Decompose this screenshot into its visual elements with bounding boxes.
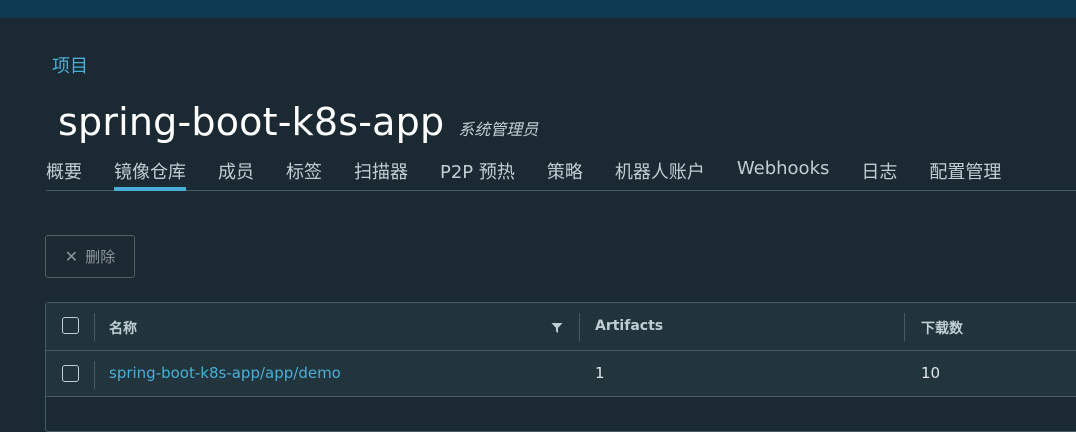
tab-webhooks[interactable]: Webhooks <box>737 150 829 190</box>
tab-p2p-preheat[interactable]: P2P 预热 <box>440 150 515 190</box>
top-header-bar <box>0 0 1076 18</box>
tab-labels[interactable]: 标签 <box>286 150 322 190</box>
tab-repositories[interactable]: 镜像仓库 <box>114 150 186 191</box>
pull-count: 10 <box>921 364 941 382</box>
table-header: 名称 Artifacts 下载数 <box>46 303 1076 351</box>
tab-members[interactable]: 成员 <box>218 150 254 190</box>
tab-logs[interactable]: 日志 <box>861 150 897 190</box>
project-tabs: 概要 镜像仓库 成员 标签 扫描器 P2P 预热 策略 机器人账户 Webhoo… <box>46 150 1076 191</box>
column-header-artifacts[interactable]: Artifacts <box>595 318 663 334</box>
repository-table: 名称 Artifacts 下载数 spring-boot-k8s-app/app… <box>45 302 1076 432</box>
select-all-checkbox[interactable] <box>62 317 79 334</box>
tab-robot-accounts[interactable]: 机器人账户 <box>615 150 705 190</box>
row-checkbox[interactable] <box>62 365 79 382</box>
filter-icon[interactable] <box>551 322 563 334</box>
column-divider[interactable] <box>904 313 905 341</box>
column-divider <box>94 361 95 389</box>
close-icon: ✕ <box>64 247 79 266</box>
tab-configuration[interactable]: 配置管理 <box>929 150 1001 190</box>
column-header-pulls[interactable]: 下载数 <box>921 318 963 338</box>
page-title: spring-boot-k8s-app <box>58 100 445 144</box>
breadcrumb-projects[interactable]: 项目 <box>52 52 88 78</box>
artifacts-count: 1 <box>595 364 605 382</box>
column-divider <box>94 313 95 341</box>
delete-button[interactable]: ✕ 删除 <box>45 235 135 278</box>
column-header-name[interactable]: 名称 <box>109 318 137 338</box>
tab-policy[interactable]: 策略 <box>547 150 583 190</box>
tab-scanner[interactable]: 扫描器 <box>354 150 408 190</box>
tab-summary[interactable]: 概要 <box>46 150 82 190</box>
column-divider[interactable] <box>579 313 580 341</box>
title-row: spring-boot-k8s-app 系统管理员 <box>58 100 538 144</box>
table-row: spring-boot-k8s-app/app/demo 1 10 <box>46 351 1076 397</box>
role-label: 系统管理员 <box>458 120 539 139</box>
delete-button-label: 删除 <box>85 248 116 266</box>
repository-name-link[interactable]: spring-boot-k8s-app/app/demo <box>109 364 341 382</box>
